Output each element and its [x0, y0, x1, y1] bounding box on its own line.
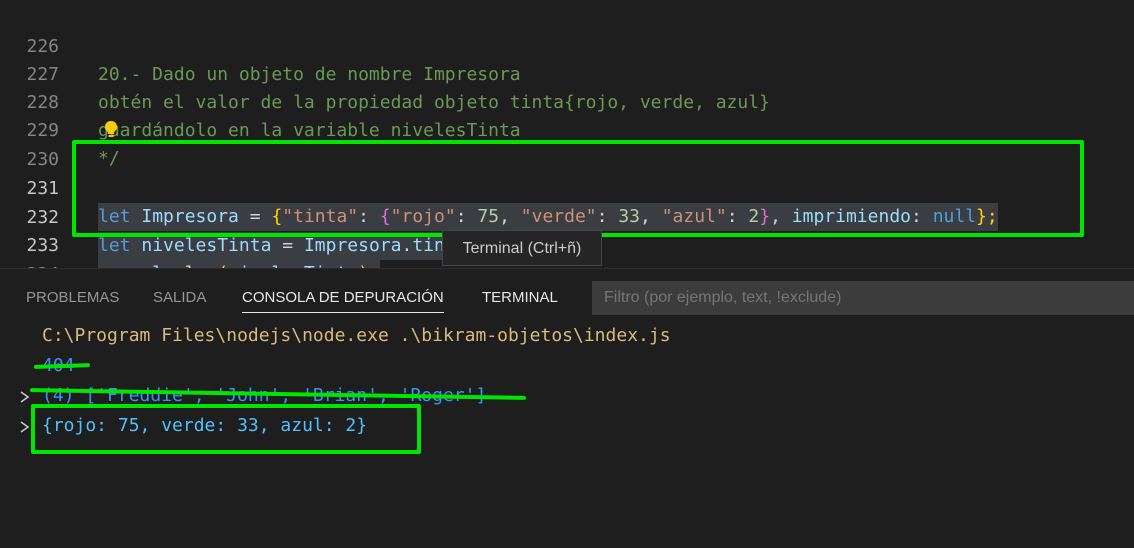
code-line[interactable]: 228 guardándolo en la variable nivelesTi…: [0, 61, 1134, 141]
code-line[interactable]: 229 */: [0, 89, 1134, 169]
tab-debug-console[interactable]: CONSOLA DE DEPURACIÓN: [242, 289, 444, 313]
tab-problems[interactable]: PROBLEMAS: [26, 289, 119, 306]
tab-output[interactable]: SALIDA: [153, 289, 206, 306]
chevron-right-icon[interactable]: [18, 390, 32, 404]
code-editor[interactable]: 226 20.- Dado un objeto de nombre Impres…: [0, 0, 1134, 288]
lightbulb-icon[interactable]: [104, 120, 118, 138]
code-highlight-box: [72, 140, 1084, 237]
bottom-panel: PROBLEMAS SALIDA CONSOLA DE DEPURACIÓN T…: [0, 268, 1134, 548]
code-line[interactable]: 226 20.- Dado un objeto de nombre Impres…: [0, 5, 1134, 85]
console-command: C:\Program Files\nodejs\node.exe .\bikra…: [42, 325, 671, 346]
terminal-tooltip: Terminal (Ctrl+ñ): [442, 230, 602, 266]
filter-input[interactable]: [592, 281, 1134, 315]
output-highlight-box: [31, 404, 421, 454]
code-line[interactable]: 227 obtén el valor de la propiedad objet…: [0, 33, 1134, 113]
tab-terminal[interactable]: TERMINAL: [482, 289, 558, 306]
chevron-right-icon[interactable]: [18, 420, 32, 434]
